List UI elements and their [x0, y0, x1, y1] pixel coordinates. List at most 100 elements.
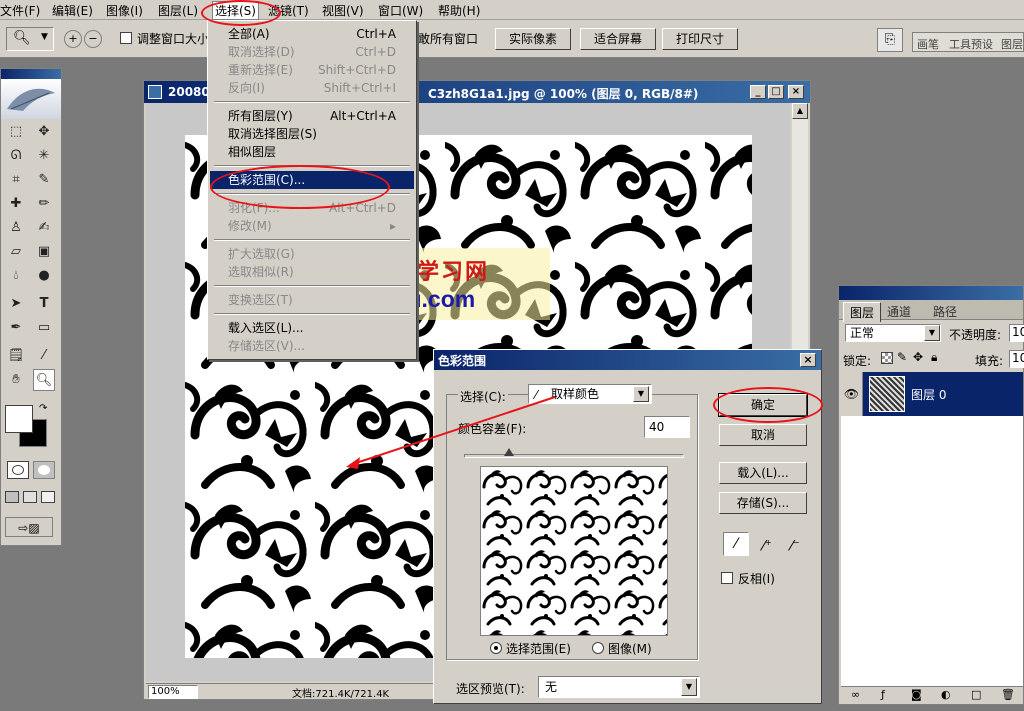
resize-window-checkbox[interactable] [120, 32, 132, 44]
menu-item-deselect[interactable]: 取消选择(D) Ctrl+D [210, 43, 414, 61]
layer-style-icon[interactable]: ƒ [881, 688, 885, 701]
fit-screen-button[interactable]: 适合屏幕 [580, 28, 656, 50]
slice-tool-icon[interactable]: ✎ [33, 169, 55, 191]
notes-tool-icon[interactable]: 🗒︎ [5, 345, 27, 367]
dialog-title-bar[interactable]: 色彩范围 × [434, 350, 821, 370]
dodge-tool-icon[interactable]: ● [33, 265, 55, 287]
menu-file[interactable]: 文件(F) [0, 2, 40, 19]
jump-to-imageready-icon[interactable]: ⇨▨ [5, 517, 53, 537]
invert-checkbox[interactable] [721, 572, 733, 584]
eraser-tool-icon[interactable]: ▱ [5, 241, 27, 263]
visibility-eye-icon[interactable]: 👁︎ [841, 372, 863, 416]
palette-tab-layer-comps[interactable]: 图层复 [1001, 36, 1024, 52]
dialog-close-button[interactable]: × [800, 353, 816, 367]
menu-item-all[interactable]: 全部(A) Ctrl+A [210, 25, 414, 43]
preview-dropdown[interactable]: 无 ▼ [538, 676, 700, 698]
marquee-tool-icon[interactable]: ⬚ [5, 121, 27, 143]
lock-all-icon[interactable]: 🔒︎ [931, 350, 937, 365]
tab-paths[interactable]: 路径 [933, 303, 957, 320]
magic-wand-tool-icon[interactable]: ✳ [33, 145, 55, 167]
menu-help[interactable]: 帮助(H) [438, 2, 480, 19]
fill-field[interactable]: 10 [1009, 350, 1024, 368]
lock-brush-icon[interactable]: ✎ [897, 350, 907, 364]
standard-mode-icon[interactable] [7, 461, 29, 479]
hand-tool-icon[interactable]: ✋︎ [5, 369, 27, 391]
quick-mask-mode-icon[interactable] [33, 461, 55, 479]
select-dropdown[interactable]: ⁄ 取样颜色 ▼ [528, 384, 652, 404]
menu-item-load-selection[interactable]: 载入选区(L)... [210, 319, 414, 337]
opacity-field[interactable]: 10 [1009, 324, 1024, 342]
maximize-button[interactable]: □ [768, 85, 784, 99]
fuzziness-field[interactable]: 40 [644, 416, 690, 438]
menu-edit[interactable]: 编辑(E) [52, 2, 93, 19]
lock-position-icon[interactable]: ✥ [913, 350, 923, 364]
healing-brush-tool-icon[interactable]: ✚ [5, 193, 27, 215]
eyedropper-tool-icon[interactable]: ⁄ [33, 345, 55, 367]
layer-name[interactable]: 图层 0 [911, 386, 946, 403]
palette-well-icon[interactable]: ⎘ [877, 28, 903, 52]
path-selection-tool-icon[interactable]: ➤ [5, 293, 27, 315]
close-button[interactable]: × [788, 85, 804, 99]
mask-icon[interactable]: ◙ [911, 688, 922, 701]
menu-item-reselect[interactable]: 重新选择(E) Shift+Ctrl+D [210, 61, 414, 79]
eyedropper-sample-icon[interactable]: ⁄ [723, 532, 749, 556]
menu-item-grow[interactable]: 扩大选取(G) [210, 245, 414, 263]
eyedropper-add-icon[interactable]: ⁄+ [755, 532, 779, 556]
menu-view[interactable]: 视图(V) [322, 2, 364, 19]
zoom-in-icon[interactable]: + [64, 30, 82, 48]
radio-image[interactable] [592, 642, 604, 654]
menu-item-similar-layers[interactable]: 相似图层 [210, 143, 414, 161]
swap-colors-icon[interactable]: ↷ [39, 403, 47, 414]
menu-item-similar[interactable]: 选取相似(R) [210, 263, 414, 281]
history-brush-tool-icon[interactable]: ✍ [33, 217, 55, 239]
scroll-up-button[interactable]: ▲ [792, 103, 808, 119]
zoom-tool-icon[interactable]: 🔍︎ [33, 369, 55, 391]
radio-selection[interactable] [490, 642, 502, 654]
menu-window[interactable]: 窗口(W) [378, 2, 423, 19]
blend-mode-select[interactable]: 正常 ▼ [845, 324, 941, 342]
palette-tab-brushes[interactable]: 画笔 [917, 36, 939, 52]
gradient-tool-icon[interactable]: ▣ [33, 241, 55, 263]
save-button[interactable]: 存储(S)... [719, 492, 807, 514]
menu-item-modify[interactable]: 修改(M) ▸ [210, 217, 414, 235]
cancel-button[interactable]: 取消 [719, 424, 807, 446]
toolbox-title-bar[interactable] [1, 69, 61, 79]
load-button[interactable]: 载入(L)... [719, 462, 807, 484]
zoom-field[interactable]: 100% [148, 685, 198, 699]
chevron-down-icon[interactable]: ▼ [633, 386, 649, 402]
menu-image[interactable]: 图像(I) [106, 2, 143, 19]
menu-item-inverse[interactable]: 反向(I) Shift+Ctrl+I [210, 79, 414, 97]
shape-tool-icon[interactable]: ▭ [33, 317, 55, 339]
zoom-out-icon[interactable]: − [84, 30, 102, 48]
tab-channels[interactable]: 通道 [887, 303, 911, 320]
lasso-tool-icon[interactable]: ᘏ [5, 145, 27, 167]
type-tool-icon[interactable]: T [33, 293, 55, 315]
menu-layer[interactable]: 图层(L) [158, 2, 198, 19]
blur-tool-icon[interactable]: 💧︎ [5, 265, 27, 287]
tab-layers[interactable]: 图层 [843, 302, 882, 322]
trash-icon[interactable]: 🗑︎ [1001, 688, 1015, 701]
brush-tool-icon[interactable]: ✏ [33, 193, 55, 215]
minimize-button[interactable]: _ [750, 85, 766, 99]
layers-panel-title-bar[interactable] [839, 286, 1023, 300]
tool-preset-picker[interactable]: 🔍︎ ▼ [6, 27, 54, 51]
menu-item-save-selection[interactable]: 存储选区(V)... [210, 337, 414, 355]
eyedropper-subtract-icon[interactable]: ⁄− [783, 532, 807, 556]
lock-transparency-icon[interactable] [881, 352, 893, 364]
fuzziness-slider-track[interactable] [464, 454, 684, 458]
new-layer-icon[interactable]: □ [971, 688, 981, 701]
move-tool-icon[interactable]: ✥ [33, 121, 55, 143]
fuzziness-slider-thumb[interactable] [504, 448, 514, 456]
actual-pixels-button[interactable]: 实际像素 [495, 28, 571, 50]
crop-tool-icon[interactable]: ⌗ [5, 169, 27, 191]
chevron-down-icon[interactable]: ▼ [924, 325, 940, 341]
pen-tool-icon[interactable]: ✒ [5, 317, 27, 339]
palette-tab-tool-presets[interactable]: 工具预设 [949, 36, 993, 52]
screen-mode-full-icon[interactable] [41, 491, 55, 503]
adjustment-layer-icon[interactable]: ◐ [941, 688, 951, 701]
screen-mode-standard-icon[interactable] [5, 491, 19, 503]
foreground-color-swatch[interactable] [5, 405, 33, 433]
menu-item-transform-selection[interactable]: 变换选区(T) [210, 291, 414, 309]
link-icon[interactable]: ∞ [851, 688, 860, 701]
chevron-down-icon[interactable]: ▼ [681, 678, 697, 696]
